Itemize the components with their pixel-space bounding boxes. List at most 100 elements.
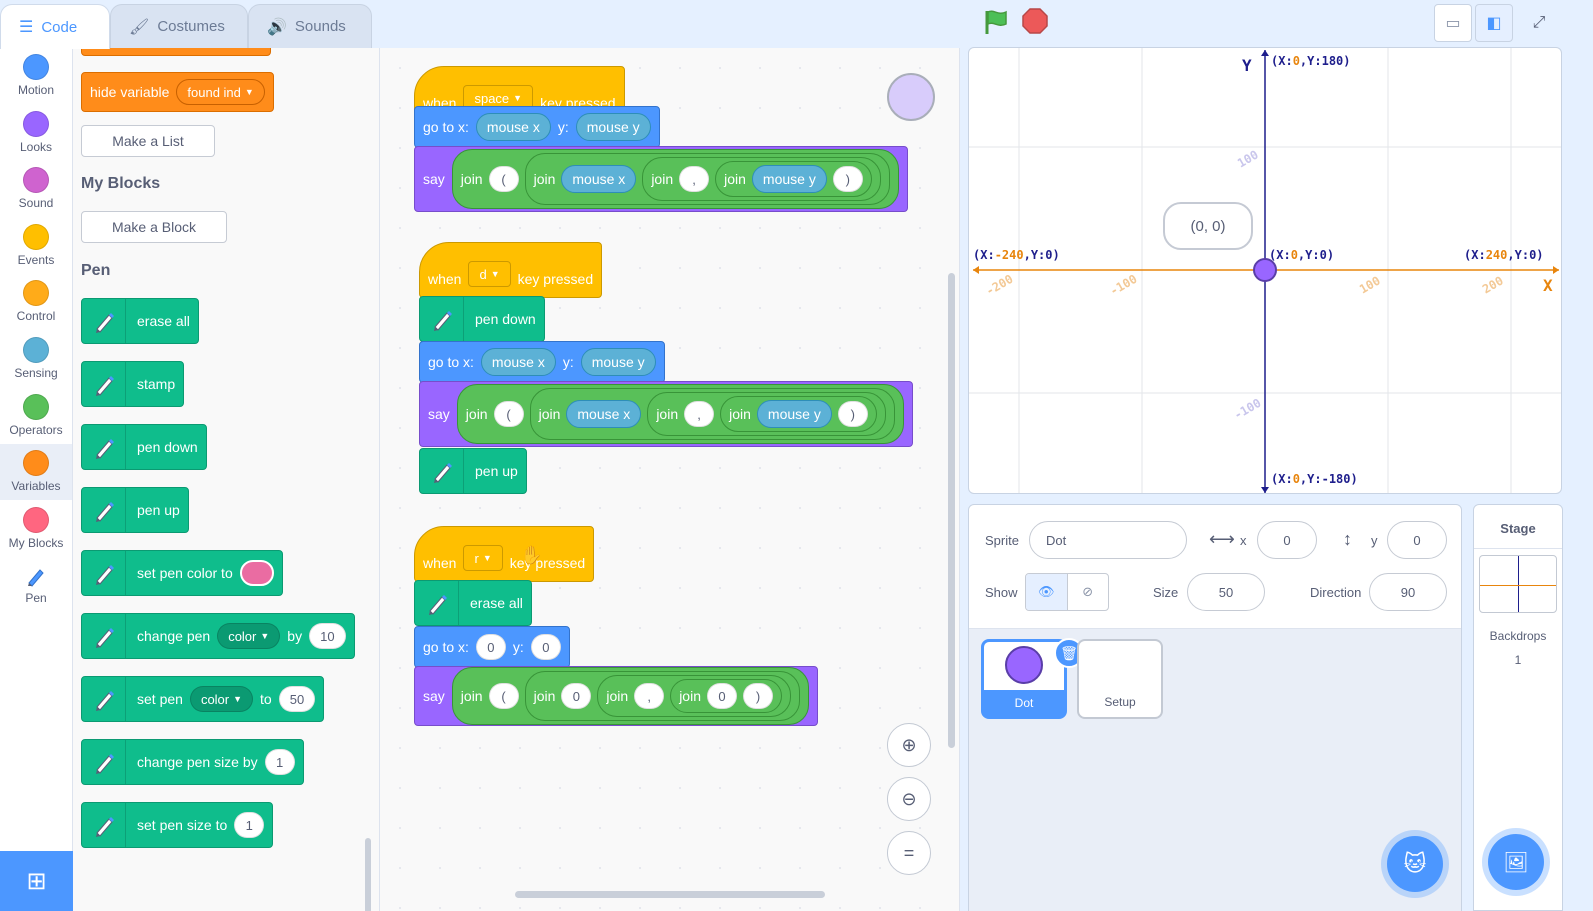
sprite-name-field[interactable]: Dot (1029, 521, 1187, 559)
dot-sprite[interactable] (1253, 258, 1277, 282)
normal-stage-button[interactable]: ◧ (1475, 4, 1513, 42)
zoom-reset-button[interactable]: = (887, 831, 931, 875)
x-position-field[interactable]: 0 (1257, 521, 1317, 559)
pen-up-block[interactable]: pen up (419, 448, 527, 494)
go-to-xy-block[interactable]: go to x: 0 y: 0 (414, 626, 570, 668)
join-block[interactable]: join , join 0 ) (597, 675, 791, 717)
join-block[interactable]: join ( join 0 join , join 0 ) (451, 667, 809, 725)
mouse-y-reporter[interactable]: mouse y (580, 348, 656, 376)
tab-sounds[interactable]: 🔊 Sounds (248, 4, 372, 48)
join-block[interactable]: join ( join mouse x join , join mouse y … (456, 384, 904, 444)
add-extension-button[interactable]: ⊞ (0, 851, 73, 911)
join-block[interactable]: join mouse y ) (715, 161, 872, 197)
stage-canvas[interactable]: Y X (X:0,Y:180) (X:0,Y:-180) (X:-240,Y:0… (968, 47, 1562, 494)
key-dropdown[interactable]: r ▼ (463, 545, 503, 571)
go-to-xy-block[interactable]: go to x: mouse x y: mouse y (414, 106, 660, 148)
go-to-xy-block[interactable]: go to x: mouse x y: mouse y (419, 341, 665, 383)
pen-param-dropdown[interactable]: color ▼ (217, 623, 281, 649)
y-input[interactable]: 0 (530, 634, 561, 660)
fullscreen-button[interactable]: ⤢ (1520, 4, 1558, 42)
sprite-tile-dot[interactable]: Dot 🗑 (981, 638, 1084, 719)
make-list-button[interactable]: Make a List (81, 125, 215, 157)
category-my-blocks[interactable]: My Blocks (0, 501, 72, 557)
palette-erase-all[interactable]: erase all (81, 298, 199, 344)
palette-pen-up[interactable]: pen up (81, 487, 189, 533)
add-sprite-button[interactable]: 🐱 (1387, 836, 1443, 892)
zoom-in-button[interactable]: ⊕ (887, 723, 931, 767)
join-block[interactable]: join , join mouse y ) (647, 392, 886, 436)
text-input[interactable]: ( (493, 401, 524, 427)
hide-button[interactable]: ⊘ (1066, 574, 1109, 610)
palette-stamp[interactable]: stamp (81, 361, 185, 407)
palette-hide-variable[interactable]: hide variable found ind ▼ (81, 72, 274, 112)
direction-field[interactable]: 90 (1369, 573, 1447, 611)
join-block[interactable]: join mouse x join , join mouse y ) (524, 153, 890, 205)
category-motion[interactable]: Motion (0, 48, 72, 104)
erase-all-block[interactable]: erase all (414, 580, 532, 626)
pen-param-dropdown[interactable]: color ▼ (189, 686, 254, 712)
number-input[interactable]: 50 (278, 686, 316, 712)
join-block[interactable]: join , join mouse y ) (642, 157, 881, 201)
text-input[interactable]: ) (742, 683, 773, 709)
join-block[interactable]: join 0 join , join 0 ) (524, 671, 800, 721)
number-input[interactable]: 1 (264, 749, 295, 775)
number-input[interactable]: 10 (309, 623, 346, 649)
green-flag-icon[interactable] (982, 8, 1010, 36)
join-block[interactable]: join mouse x join , join mouse y ) (529, 388, 895, 440)
add-backdrop-button[interactable]: 🖼 (1488, 834, 1544, 890)
mouse-y-reporter[interactable]: mouse y (756, 400, 832, 428)
size-field[interactable]: 50 (1187, 573, 1265, 611)
join-block[interactable]: join 0 ) (670, 679, 782, 713)
stop-icon[interactable] (1022, 8, 1048, 34)
sprite-tile-setup[interactable]: Setup (1077, 639, 1163, 719)
variable-dropdown[interactable]: found ind ▼ (176, 79, 265, 105)
vertical-scrollbar[interactable] (948, 273, 955, 748)
palette-set-pen[interactable]: set pen color ▼ to 50 (81, 676, 325, 722)
text-input[interactable]: 0 (561, 683, 592, 709)
mouse-x-reporter[interactable]: mouse x (566, 400, 642, 428)
mouse-x-reporter[interactable]: mouse x (561, 165, 637, 193)
color-swatch[interactable] (239, 560, 274, 586)
palette-set-pen-size[interactable]: set pen size to 1 (81, 802, 274, 848)
palette-scrollbar[interactable] (365, 838, 371, 911)
tab-costumes[interactable]: 🖌 Costumes (110, 4, 248, 48)
text-input[interactable]: 0 (706, 683, 737, 709)
palette-set-pen-color[interactable]: set pen color to (81, 550, 283, 596)
when-key-pressed-block[interactable]: when r ▼ key pressed (414, 526, 595, 582)
show-button[interactable]: 👁 (1026, 574, 1067, 610)
y-position-field[interactable]: 0 (1387, 521, 1447, 559)
text-input[interactable]: , (679, 166, 710, 192)
make-block-button[interactable]: Make a Block (81, 211, 227, 243)
say-block[interactable]: say join ( join mouse x join , join mous… (419, 381, 913, 447)
text-input[interactable]: ( (488, 683, 519, 709)
say-block[interactable]: say join ( join 0 join , join 0 ) (414, 666, 818, 726)
mouse-y-reporter[interactable]: mouse y (751, 165, 827, 193)
text-input[interactable]: , (684, 401, 715, 427)
tab-code[interactable]: ☰ Code (0, 4, 110, 49)
category-sensing[interactable]: Sensing (0, 331, 72, 387)
key-dropdown[interactable]: d ▼ (468, 261, 511, 287)
when-key-pressed-block[interactable]: when d ▼ key pressed (419, 242, 603, 298)
palette-change-pen[interactable]: change pen color ▼ by 10 (81, 613, 355, 659)
number-input[interactable]: 1 (234, 812, 265, 838)
mouse-x-reporter[interactable]: mouse x (480, 348, 556, 376)
join-block[interactable]: join mouse y ) (720, 396, 877, 432)
category-pen[interactable]: Pen (0, 557, 72, 613)
script-area[interactable]: when space ▼ key pressed go to x: mouse x… (380, 48, 960, 911)
palette-block-partial[interactable] (81, 48, 271, 56)
text-input[interactable]: ) (832, 166, 863, 192)
category-control[interactable]: Control (0, 274, 72, 330)
palette-change-pen-size[interactable]: change pen size by 1 (81, 739, 304, 785)
category-variables[interactable]: Variables (0, 444, 72, 500)
stage-selector[interactable]: Stage Backdrops 1 🖼 (1473, 504, 1563, 911)
mouse-x-reporter[interactable]: mouse x (475, 113, 551, 141)
horizontal-scrollbar[interactable] (515, 891, 825, 898)
text-input[interactable]: ) (837, 401, 868, 427)
palette-pen-down[interactable]: pen down (81, 424, 207, 470)
text-input[interactable]: ( (488, 166, 519, 192)
category-operators[interactable]: Operators (0, 388, 72, 444)
say-block[interactable]: say join ( join mouse x join , join mous… (414, 146, 908, 212)
category-sound[interactable]: Sound (0, 161, 72, 217)
x-input[interactable]: 0 (475, 634, 506, 660)
pen-down-block[interactable]: pen down (419, 296, 545, 342)
